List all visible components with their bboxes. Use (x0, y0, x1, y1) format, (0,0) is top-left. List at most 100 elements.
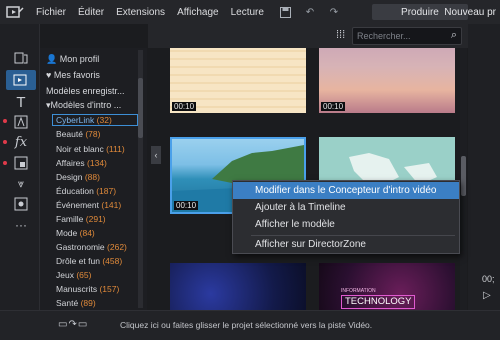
my-profile-item[interactable]: 👤 Mon profil (46, 54, 99, 65)
category-cyberlink[interactable]: CyberLink (32) (52, 114, 138, 126)
category-manuscrits[interactable]: Manuscrits (157) (56, 284, 119, 294)
category-famille[interactable]: Famille (291) (56, 214, 106, 224)
grid-view-icon[interactable]: ⁞⁞⁞ (336, 29, 345, 41)
category-beaute[interactable]: Beauté (78) (56, 129, 100, 139)
my-favorites-item[interactable]: ♥ Mes favoris (46, 70, 100, 80)
ctx-add-to-timeline[interactable]: Ajouter à la Timeline (233, 199, 459, 216)
drag-hint-text: Cliquez ici ou faites glisser le projet … (120, 320, 373, 330)
duration-badge: 00:10 (174, 201, 199, 210)
redo-icon[interactable]: ↷ (326, 5, 342, 19)
template-tree: 👤 Mon profil ♥ Mes favoris Modèles enreg… (40, 48, 147, 310)
category-label: Éducation (56, 186, 94, 196)
template-thumbnail[interactable]: INFORMATION TECHNOLOGY (319, 263, 455, 310)
category-count: (32) (96, 115, 112, 125)
category-count: (157) (99, 284, 120, 294)
ctx-view-template[interactable]: Afficher le modèle (233, 216, 459, 233)
template-grid: 00:10 00:10 00:10 INFORMATION TECHNOLOGY (164, 48, 460, 310)
heart-icon: ♥ (46, 70, 52, 80)
tool-rail: T fx ⩔ ··· (0, 24, 40, 310)
notification-dot (3, 119, 7, 123)
sidebar-scrollbar[interactable] (138, 50, 143, 308)
play-icon[interactable]: ▷ (483, 290, 491, 301)
grid-scrollbar[interactable] (460, 48, 467, 310)
menu-affichage[interactable]: Affichage (171, 7, 225, 18)
app-logo-icon (0, 0, 30, 24)
transition-room-icon[interactable] (10, 112, 32, 132)
menu-fichier[interactable]: Fichier (30, 7, 72, 18)
category-evenement[interactable]: Événement (141) (56, 200, 121, 210)
status-bar: ▭↷▭ Cliquez ici ou faites glisser le pro… (0, 310, 500, 340)
timecode: 00; (482, 274, 495, 284)
saved-models-item[interactable]: Modèles enregistr... (46, 86, 125, 96)
category-mode[interactable]: Mode (84) (56, 228, 95, 238)
search-icon[interactable]: ⌕ (451, 29, 457, 42)
category-count: (89) (80, 298, 96, 308)
template-thumbnail[interactable]: 00:10 (170, 48, 306, 113)
menu-editer[interactable]: Éditer (72, 7, 110, 18)
category-sante[interactable]: Santé (89) (56, 298, 96, 308)
category-count: (111) (106, 144, 125, 154)
category-count: (88) (84, 172, 100, 182)
my-favorites-label: Mes favoris (53, 70, 100, 80)
category-count: (78) (85, 129, 101, 139)
search-placeholder: Rechercher... (357, 31, 411, 41)
particle-room-icon[interactable]: ⩔ (10, 174, 32, 194)
intro-designer-icon[interactable] (6, 70, 36, 90)
category-count: (262) (107, 242, 127, 252)
category-count: (458) (102, 256, 123, 266)
thumbnail-caption: INFORMATION (341, 288, 376, 294)
more-icon[interactable]: ··· (10, 215, 32, 235)
notification-dot (3, 140, 7, 144)
category-count: (84) (79, 228, 95, 238)
menu-extensions[interactable]: Extensions (110, 7, 171, 18)
category-label: Mode (56, 228, 78, 238)
ctx-view-on-directorzone[interactable]: Afficher sur DirectorZone (233, 236, 459, 253)
effect-room-icon[interactable]: fx (10, 132, 32, 152)
new-project-button[interactable]: Nouveau pr (444, 7, 496, 18)
category-education[interactable]: Éducation (187) (56, 186, 116, 196)
menu-bar: Fichier Éditer Extensions Affichage Lect… (0, 0, 500, 24)
category-drole-et-fun[interactable]: Drôle et fun (458) (56, 256, 122, 266)
category-label: Affaires (56, 158, 85, 168)
my-profile-label: Mon profil (59, 54, 100, 64)
category-count: (134) (87, 158, 107, 168)
category-label: Événement (56, 200, 99, 210)
category-noir-et-blanc[interactable]: Noir et blanc (111) (56, 144, 125, 154)
preview-panel: 00; ▷ (468, 24, 500, 310)
category-count: (65) (76, 270, 92, 280)
category-label: Beauté (56, 129, 83, 139)
intro-models-item[interactable]: ▾Modèles d'intro ... (46, 100, 121, 111)
undo-icon[interactable]: ↶ (302, 5, 318, 19)
timeline-mode-icon[interactable]: ▭↷▭ (58, 319, 88, 330)
thumbnail-title: TECHNOLOGY (341, 295, 415, 309)
ctx-edit-in-intro-designer[interactable]: Modifier dans le Concepteur d'intro vidé… (233, 182, 459, 199)
duration-badge: 00:10 (321, 102, 346, 111)
collapse-panel-button[interactable]: ‹ (151, 146, 161, 164)
category-label: Drôle et fun (56, 256, 100, 266)
category-label: Famille (56, 214, 84, 224)
category-label: Noir et blanc (56, 144, 104, 154)
category-count: (187) (96, 186, 117, 196)
notification-dot (3, 161, 7, 165)
library-toolbar: ⁞⁞⁞ Rechercher... ⌕ (148, 24, 468, 48)
category-jeux[interactable]: Jeux (65) (56, 270, 91, 280)
grid-scroll-thumb[interactable] (461, 156, 466, 196)
template-thumbnail[interactable] (170, 263, 306, 310)
audio-mixing-icon[interactable] (10, 194, 32, 214)
pip-room-icon[interactable] (10, 153, 32, 173)
sidebar-scroll-thumb[interactable] (138, 78, 143, 138)
category-label: Gastronomie (56, 242, 105, 252)
category-design[interactable]: Design (88) (56, 172, 100, 182)
category-affaires[interactable]: Affaires (134) (56, 158, 107, 168)
search-input[interactable]: Rechercher... ⌕ (352, 27, 462, 45)
category-count: (291) (85, 214, 106, 224)
person-icon: 👤 (46, 54, 58, 64)
save-icon[interactable] (278, 5, 294, 19)
media-room-icon[interactable] (10, 48, 32, 68)
template-thumbnail[interactable]: 00:10 (319, 48, 455, 113)
category-gastronomie[interactable]: Gastronomie (262) (56, 242, 127, 252)
category-label: Design (56, 172, 83, 182)
category-label: Jeux (56, 270, 74, 280)
title-room-icon[interactable]: T (10, 92, 32, 112)
menu-lecture[interactable]: Lecture (225, 7, 270, 18)
